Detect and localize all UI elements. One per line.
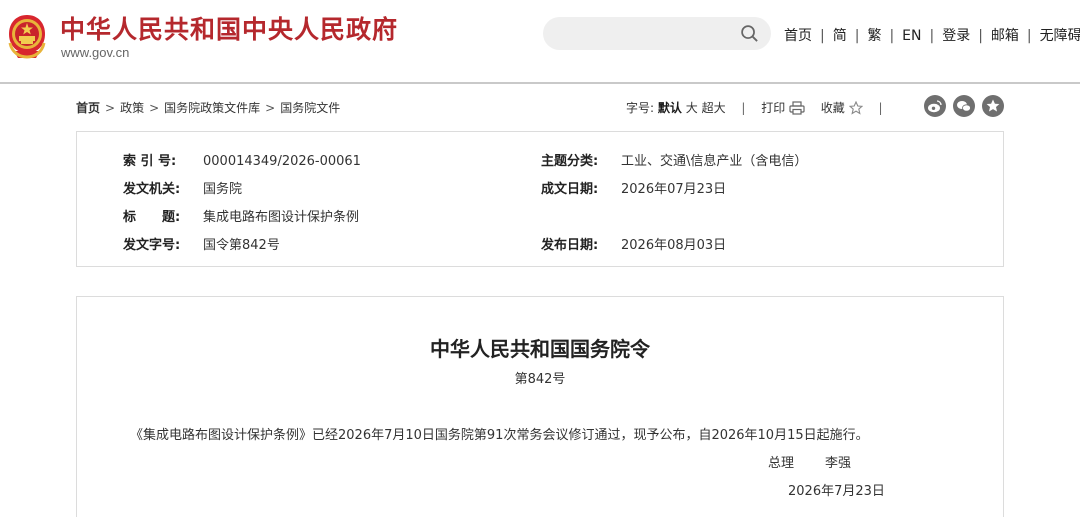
nav-simplified[interactable]: 简 <box>833 28 847 44</box>
breadcrumb-state-council-docs[interactable]: 国务院文件 <box>280 101 340 115</box>
nav-separator: | <box>978 28 983 44</box>
nav-traditional[interactable]: 繁 <box>867 28 881 44</box>
meta-written-date: 成文日期: 2026年07月23日 <box>541 178 726 197</box>
meta-title-value: 集成电路布图设计保护条例 <box>203 210 360 225</box>
document-content: 中华人民共和国国务院令 第842号 《集成电路布图设计保护条例》已经2026年7… <box>76 296 1004 517</box>
search-icon[interactable] <box>740 24 759 43</box>
national-emblem-icon[interactable] <box>6 13 48 59</box>
meta-publish-date-value: 2026年08月03日 <box>621 238 727 253</box>
nav-separator: | <box>820 28 825 44</box>
signer-role: 总理 <box>768 456 795 471</box>
top-nav: 首页 | 简 | 繁 | EN | 登录 | 邮箱 | 无障碍 <box>784 25 1080 45</box>
document-number: 第842号 <box>514 372 566 387</box>
meta-issuer-label: 发文机关: <box>123 182 181 197</box>
wechat-icon <box>957 101 971 112</box>
font-size-xlarge[interactable]: 超大 <box>702 101 726 115</box>
breadcrumb-separator: > <box>265 101 276 115</box>
breadcrumb-policy[interactable]: 政策 <box>120 101 144 115</box>
tools-separator: | <box>878 101 883 115</box>
document-body: 《集成电路布图设计保护条例》已经2026年7月10日国务院第91次常务会议修订通… <box>130 428 869 443</box>
star-icon <box>848 101 863 115</box>
page-tools: 字号: 默认 大 超大 | 打印 收藏 | <box>626 99 895 116</box>
meta-issuer: 发文机关: 国务院 <box>123 178 242 197</box>
print-label: 打印 <box>761 101 786 115</box>
share-buttons <box>917 95 1004 120</box>
breadcrumb: 首页 > 政策 > 国务院政策文件库 > 国务院文件 <box>76 99 340 116</box>
nav-mail[interactable]: 邮箱 <box>991 28 1019 44</box>
nav-home[interactable]: 首页 <box>784 28 812 44</box>
site-header: 中华人民共和国中央人民政府 www.gov.cn 首页 | 简 | 繁 | EN | 登录 | 邮箱… <box>0 0 1080 84</box>
meta-publish-date: 发布日期: 2026年08月03日 <box>541 234 726 253</box>
meta-index-label: 索 引 号: <box>123 154 177 169</box>
favorite-share-button[interactable] <box>982 95 1004 117</box>
meta-title-label: 标 题: <box>123 210 181 225</box>
site-title[interactable]: 中华人民共和国中央人民政府 <box>60 10 398 46</box>
breadcrumb-separator: > <box>149 101 160 115</box>
search-input[interactable] <box>543 17 771 50</box>
meta-written-date-label: 成文日期: <box>541 182 599 197</box>
nav-separator: | <box>929 28 935 44</box>
weibo-share-button[interactable] <box>924 95 946 117</box>
nav-separator: | <box>1026 28 1032 44</box>
meta-index-value: 000014349/2026-00061 <box>203 154 361 169</box>
meta-topic: 主题分类: 工业、交通\信息产业（含电信） <box>541 150 807 169</box>
meta-written-date-value: 2026年07月23日 <box>621 182 727 197</box>
star-badge-icon <box>986 99 1000 112</box>
print-button[interactable]: 打印 <box>761 101 809 115</box>
wechat-share-button[interactable] <box>953 95 975 117</box>
weibo-icon <box>928 100 942 113</box>
nav-english[interactable]: EN <box>902 28 921 44</box>
meta-issuer-value: 国务院 <box>203 182 243 197</box>
meta-title: 标 题: 集成电路布图设计保护条例 <box>123 206 359 225</box>
printer-icon <box>789 101 805 115</box>
meta-publish-date-label: 发布日期: <box>541 238 599 253</box>
favorite-button[interactable]: 收藏 <box>821 101 867 115</box>
font-size-default[interactable]: 默认 <box>658 101 682 115</box>
tools-separator: | <box>741 101 746 115</box>
meta-doc-number: 发文字号: 国令第842号 <box>123 234 280 253</box>
meta-doc-number-value: 国令第842号 <box>203 238 280 253</box>
sign-date: 2026年7月23日 <box>788 484 885 499</box>
breadcrumb-separator: > <box>105 101 116 115</box>
font-size-label: 字号: <box>626 101 655 115</box>
breadcrumb-policy-library[interactable]: 国务院政策文件库 <box>164 101 260 115</box>
document-title: 中华人民共和国国务院令 <box>430 337 650 361</box>
meta-topic-label: 主题分类: <box>541 154 599 169</box>
breadcrumb-bar: 首页 > 政策 > 国务院政策文件库 > 国务院文件 字号: 默认 大 超大 | 打印 收藏… <box>76 95 1004 117</box>
font-size-large[interactable]: 大 <box>686 101 698 115</box>
meta-doc-number-label: 发文字号: <box>123 238 181 253</box>
document-metadata: 索 引 号: 000014349/2026-00061 主题分类: 工业、交通\信息… <box>76 131 1004 267</box>
breadcrumb-home[interactable]: 首页 <box>76 101 100 115</box>
meta-topic-value: 工业、交通\信息产业（含电信） <box>621 154 808 169</box>
signer-name: 李强 <box>825 456 852 471</box>
nav-accessibility[interactable]: 无障碍 <box>1040 28 1080 44</box>
site-url: www.gov.cn <box>61 45 130 60</box>
nav-separator: | <box>854 28 860 44</box>
favorite-label: 收藏 <box>820 101 845 115</box>
nav-separator: | <box>889 28 895 44</box>
nav-login[interactable]: 登录 <box>942 28 970 44</box>
meta-index: 索 引 号: 000014349/2026-00061 <box>123 150 361 169</box>
